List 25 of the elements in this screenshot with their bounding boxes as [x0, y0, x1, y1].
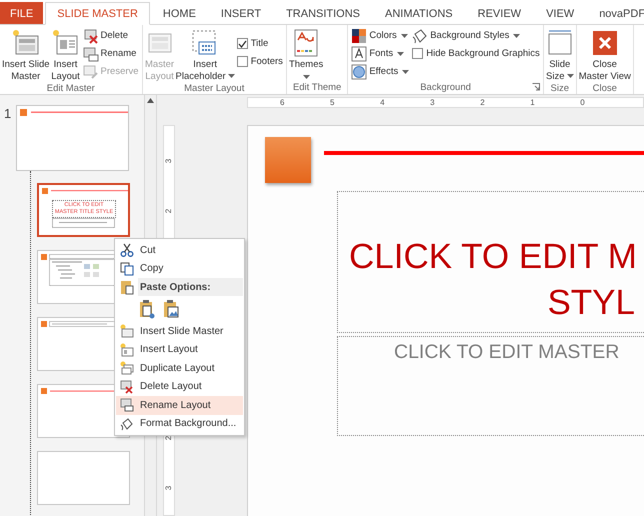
group-label: Background	[419, 82, 472, 94]
ruler-number: 2	[164, 208, 174, 214]
checkbox-label: Title	[250, 38, 268, 49]
ruler-number: 3	[430, 98, 435, 108]
ruler-number: 4	[380, 98, 385, 108]
group-label: Size	[550, 83, 570, 94]
slide-number: 1	[4, 106, 12, 121]
checkbox-label: Footers	[250, 56, 283, 67]
group-label: Edit Theme	[292, 82, 342, 94]
slide-title: CLICK TO EDIT M	[348, 236, 638, 278]
ruler-number: 3	[164, 158, 174, 164]
ruler-number: 2	[164, 436, 174, 440]
slide-subtitle: CLICK TO EDIT MASTER	[394, 341, 620, 363]
ruler-number: 0	[580, 98, 585, 108]
ruler-number: 6	[280, 98, 284, 108]
ruler-number: 5	[330, 98, 334, 108]
group-label: Close	[592, 83, 618, 94]
menu-header: Paste Options:	[138, 278, 243, 296]
group-label: Master Layout	[183, 83, 246, 94]
ruler-number: 2	[480, 98, 485, 108]
ruler-number: 1	[530, 98, 535, 108]
group-label: Edit Master	[46, 83, 96, 94]
checkbox-label: Hide Background Graphics	[426, 48, 540, 59]
slide-title: STYL	[546, 282, 636, 324]
ruler-number: 3	[164, 486, 174, 490]
